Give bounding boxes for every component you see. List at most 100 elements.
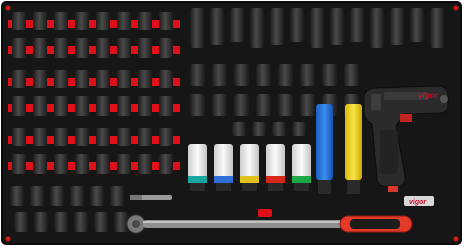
socket (14, 212, 28, 232)
socket (54, 212, 68, 232)
socket (54, 96, 68, 116)
socket (75, 70, 89, 88)
impact-socket (212, 94, 227, 116)
socket (138, 128, 152, 146)
socket (159, 154, 173, 174)
socket (54, 12, 68, 30)
impact-sleeve-socket (190, 183, 205, 191)
impact-socket (234, 64, 249, 86)
tool-tray-photo: vigor vigor (0, 0, 464, 247)
socket (117, 38, 131, 58)
impact-sleeve-band (240, 176, 259, 183)
blue-extension-bar (316, 104, 333, 180)
socket (75, 128, 89, 146)
tray-fastener (5, 5, 11, 11)
deep-socket (270, 8, 284, 45)
socket (12, 96, 26, 116)
brand-logo-text: vigor (418, 91, 438, 100)
socket (96, 12, 110, 30)
socket (30, 186, 44, 206)
impact-sleeve (240, 144, 259, 180)
impact-sleeve-band (266, 176, 285, 183)
deep-socket (290, 8, 304, 42)
socket (33, 70, 47, 88)
impact-sleeve-socket (268, 183, 283, 191)
impact-socket (292, 122, 306, 136)
socket (54, 38, 68, 58)
socket (33, 154, 47, 174)
socket (33, 96, 47, 116)
socket (70, 186, 84, 206)
socket (33, 128, 47, 146)
socket (12, 128, 26, 146)
impact-socket (256, 94, 271, 116)
socket (114, 212, 128, 232)
socket (12, 38, 26, 58)
impact-sleeve-socket (242, 183, 257, 191)
socket (117, 96, 131, 116)
impact-sleeve-socket (216, 183, 231, 191)
impact-socket (252, 122, 266, 136)
tray-fastener (453, 5, 459, 11)
impact-socket (234, 94, 249, 116)
socket (138, 154, 152, 174)
deep-socket (250, 8, 264, 48)
impact-sleeve (266, 144, 285, 180)
socket (138, 38, 152, 58)
socket (33, 38, 47, 58)
deep-socket (370, 8, 384, 48)
impact-sleeve-band (214, 176, 233, 183)
socket (54, 128, 68, 146)
impact-socket (272, 122, 286, 136)
socket (159, 12, 173, 30)
impact-sleeve-band (292, 176, 311, 183)
impact-socket (212, 64, 227, 86)
impact-socket (256, 64, 271, 86)
socket (138, 12, 152, 30)
socket (159, 70, 173, 88)
socket (12, 154, 26, 174)
deep-socket (330, 8, 344, 45)
socket (90, 186, 104, 206)
impact-sleeve (292, 144, 311, 180)
deep-socket (210, 8, 224, 45)
impact-sleeve-band (188, 176, 207, 183)
deep-socket (430, 8, 444, 48)
socket (54, 154, 68, 174)
socket (75, 38, 89, 58)
socket (75, 12, 89, 30)
socket (12, 12, 26, 30)
impact-sleeve-socket (294, 183, 309, 191)
socket (117, 154, 131, 174)
deep-socket (190, 8, 204, 48)
socket (54, 70, 68, 88)
impact-socket (190, 64, 205, 86)
socket (34, 212, 48, 232)
impact-socket (278, 64, 293, 86)
impact-sleeve (214, 144, 233, 180)
socket (159, 96, 173, 116)
socket (138, 96, 152, 116)
socket (10, 186, 24, 206)
socket (110, 186, 124, 206)
socket (159, 128, 173, 146)
deep-socket (390, 8, 404, 45)
socket (94, 212, 108, 232)
socket (75, 154, 89, 174)
tray-fastener (5, 236, 11, 242)
deep-socket (350, 8, 364, 42)
bit-holder (130, 195, 172, 200)
impact-socket (300, 94, 315, 116)
socket (96, 96, 110, 116)
impact-socket (232, 122, 246, 136)
impact-socket (344, 64, 359, 86)
socket (96, 154, 110, 174)
impact-socket (322, 64, 337, 86)
red-marker (258, 209, 272, 217)
socket (117, 12, 131, 30)
socket (12, 70, 26, 88)
tray-fastener (453, 236, 459, 242)
deep-socket (410, 8, 424, 42)
socket (96, 38, 110, 58)
socket (75, 96, 89, 116)
